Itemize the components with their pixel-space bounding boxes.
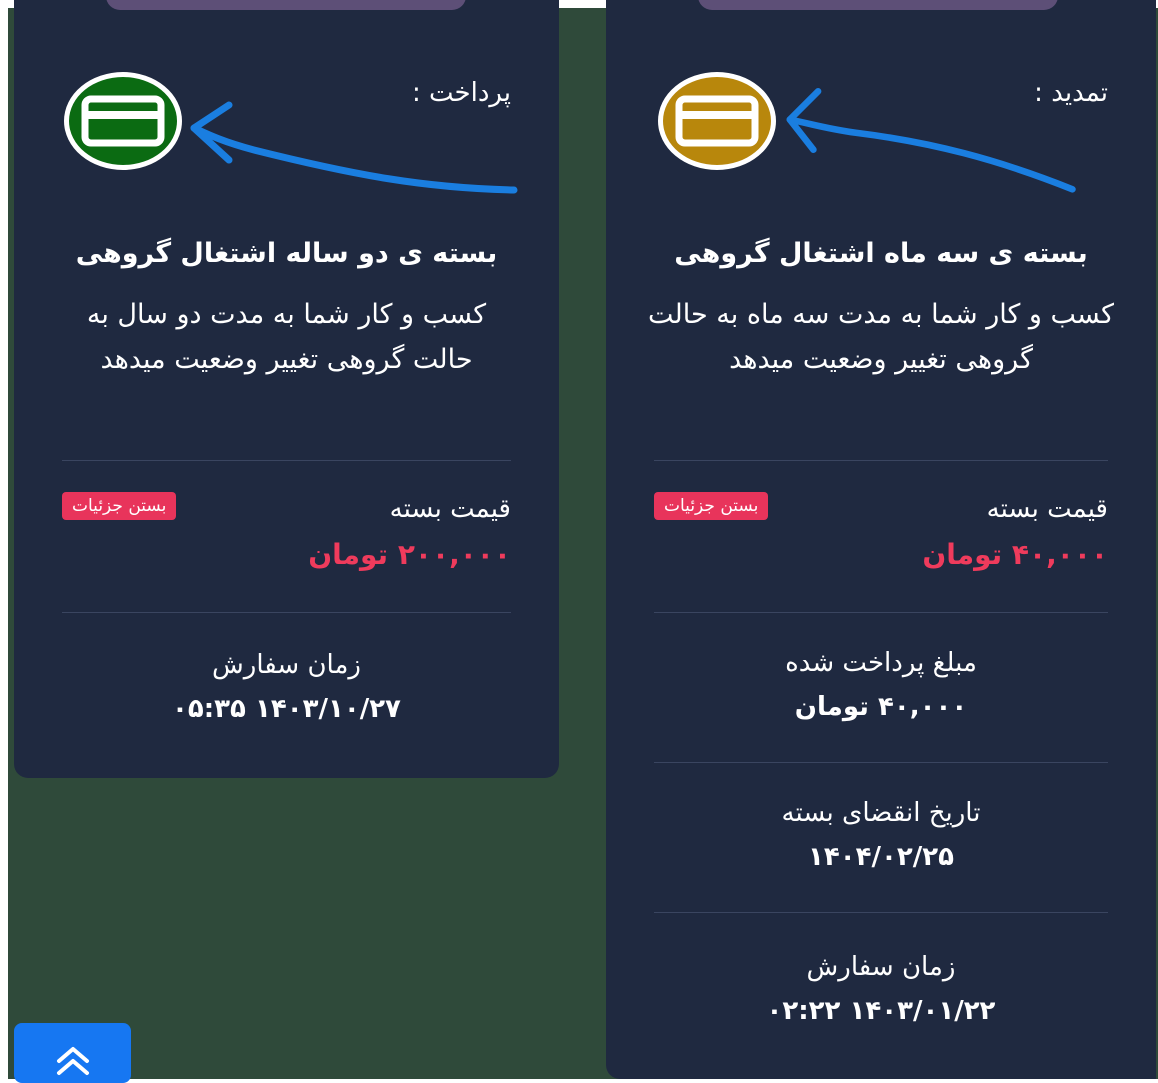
scroll-to-top-button[interactable] <box>14 1023 131 1083</box>
divider <box>62 460 511 461</box>
divider <box>654 762 1108 763</box>
pay-button[interactable] <box>64 72 182 170</box>
divider <box>62 612 511 613</box>
expiry-value: ۱۴۰۴/۰۲/۲۵ <box>808 842 954 872</box>
divider <box>654 460 1108 461</box>
credit-card-icon <box>675 95 759 147</box>
renew-button[interactable] <box>658 72 776 170</box>
order-time-label: زمان سفارش <box>806 952 956 982</box>
annotation-arrow <box>786 88 1076 193</box>
expiry-label: تاریخ انقضای بسته <box>781 798 981 828</box>
double-chevron-up-icon <box>56 1047 89 1075</box>
credit-card-icon <box>81 95 165 147</box>
package-card-two-year: پرداخت : بسته ی دو ساله اشتغال گروهی کسب… <box>14 0 559 778</box>
annotation-arrow <box>190 101 518 194</box>
price-label: قیمت بسته <box>389 494 511 524</box>
package-description: کسب و کار شما به مدت دو سال به حالت گروه… <box>86 299 487 375</box>
package-title: بسته ی دو ساله اشتغال گروهی <box>75 238 498 269</box>
divider <box>654 612 1108 613</box>
card-top-tab <box>106 0 466 10</box>
price-label: قیمت بسته <box>986 494 1108 524</box>
divider <box>654 912 1108 913</box>
close-details-button[interactable]: بستن جزئیات <box>62 492 177 520</box>
price-value: ۲۰۰,۰۰۰ تومان <box>308 538 511 571</box>
package-title: بسته ی سه ماه اشتغال گروهی <box>674 238 1088 269</box>
order-time-value: ۱۴۰۳/۱۰/۲۷ ۰۵:۳۵ <box>172 694 401 724</box>
package-description: کسب و کار شما به مدت سه ماه به حالت گروه… <box>648 299 1114 375</box>
card-top-tab <box>698 0 1058 10</box>
order-time-label: زمان سفارش <box>212 650 361 680</box>
price-value: ۴۰,۰۰۰ تومان <box>922 538 1108 571</box>
package-card-three-month: تمدید : بسته ی سه ماه اشتغال گروهی کسب و… <box>606 0 1156 1079</box>
close-details-button[interactable]: بستن جزئیات <box>654 492 769 520</box>
paid-amount-value: ۴۰,۰۰۰ تومان <box>794 692 968 722</box>
order-time-value: ۱۴۰۳/۰۱/۲۲ ۰۲:۲۲ <box>766 996 996 1026</box>
paid-amount-label: مبلغ پرداخت شده <box>785 648 977 678</box>
